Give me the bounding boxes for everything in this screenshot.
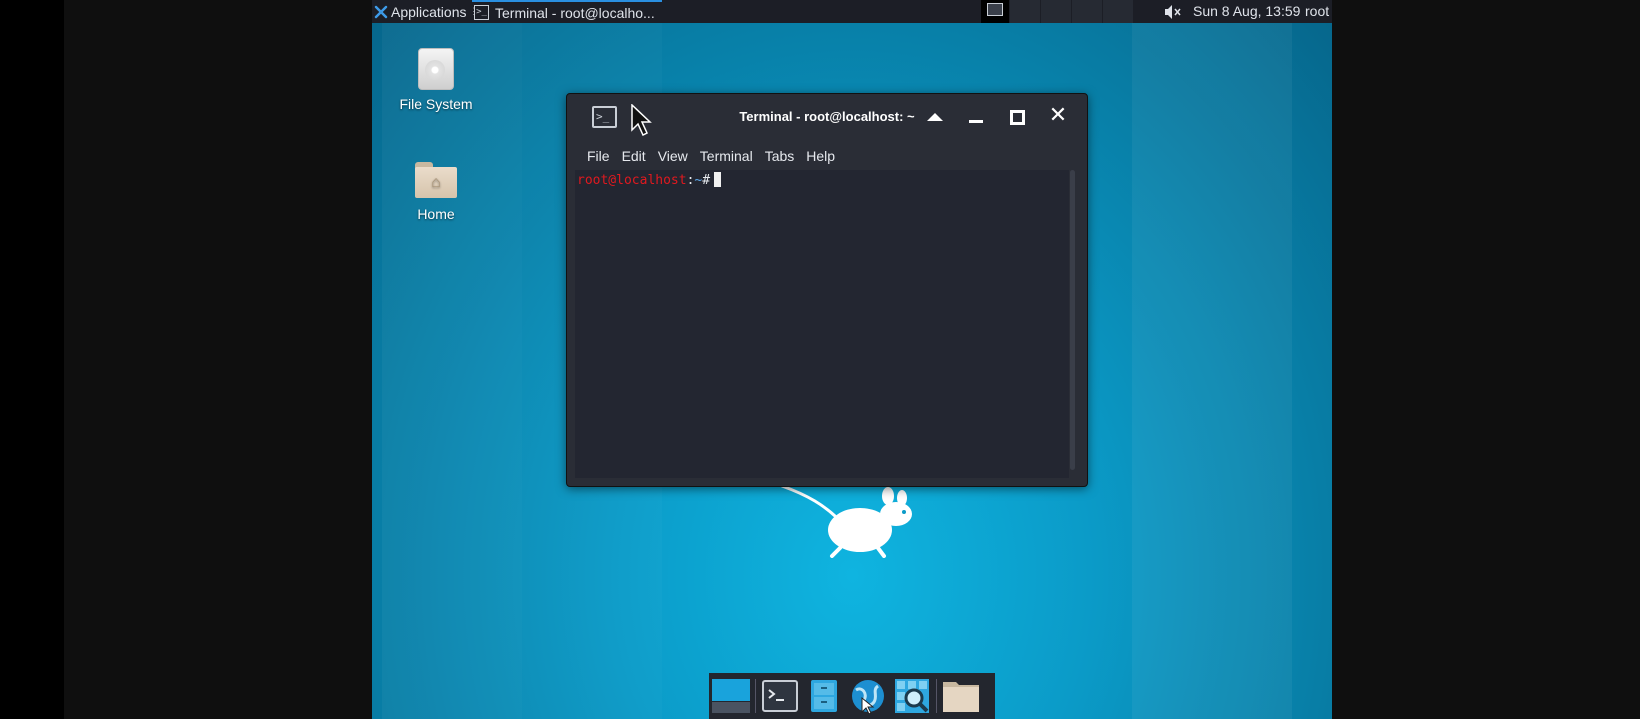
show-desktop-icon (712, 679, 750, 713)
web-browser-icon (852, 680, 884, 714)
desktop[interactable]: Applications ⋮ >_ Terminal - root@localh… (372, 0, 1332, 719)
outer-right-area (1332, 0, 1640, 719)
desktop-icon-home[interactable]: ⌂ Home (386, 156, 486, 222)
dock (709, 673, 995, 719)
menu-help[interactable]: Help (800, 148, 841, 168)
xfce-mouse-logo-icon (780, 484, 912, 558)
app-finder-icon (895, 679, 929, 713)
workspace-window-preview (987, 3, 1003, 16)
menu-terminal[interactable]: Terminal (694, 148, 759, 168)
terminal-small-icon: >_ (474, 5, 489, 20)
mouse-cursor-icon (631, 104, 652, 136)
terminal-window[interactable]: >_ Terminal - root@localhost: ~ ✕ File E… (566, 93, 1088, 487)
terminal-launcher[interactable] (758, 674, 802, 718)
terminal-titlebar[interactable]: >_ Terminal - root@localhost: ~ ✕ (567, 94, 1087, 140)
folder-icon (943, 682, 979, 712)
desktop-icon-label: File System (399, 96, 473, 112)
shade-button[interactable] (923, 105, 947, 129)
desktop-icon-file-system[interactable]: File System (386, 48, 486, 112)
terminal-output-area[interactable]: root@localhost:~# (575, 170, 1069, 478)
workspace-2[interactable] (1009, 0, 1040, 23)
minimize-button[interactable] (964, 105, 988, 129)
menu-file[interactable]: File (581, 148, 616, 168)
drive-icon (418, 48, 454, 90)
clock[interactable]: Sun 8 Aug, 13:59 (1193, 0, 1300, 23)
text-cursor (714, 172, 722, 187)
folder-launcher[interactable] (939, 674, 983, 718)
menu-tabs[interactable]: Tabs (759, 148, 801, 168)
taskbar-label: Terminal - root@localho... (495, 4, 655, 21)
app-finder-launcher[interactable] (890, 674, 934, 718)
scrollbar-thumb[interactable] (1070, 170, 1075, 470)
left-black-bar (0, 0, 64, 719)
workspace-1[interactable] (980, 0, 1009, 23)
outer-left-area (64, 0, 372, 719)
maximize-button[interactable] (1005, 105, 1029, 129)
terminal-icon (762, 680, 798, 712)
dock-separator (936, 679, 937, 713)
wallpaper-stripe (1132, 0, 1292, 719)
show-desktop-button[interactable] (709, 674, 753, 718)
menu-view[interactable]: View (652, 148, 694, 168)
close-button[interactable]: ✕ (1046, 105, 1070, 129)
file-manager-icon (811, 680, 837, 712)
dock-separator (755, 679, 756, 713)
xfce-logo-icon (374, 5, 388, 18)
workspace-3[interactable] (1040, 0, 1071, 23)
terminal-scrollbar[interactable] (1069, 170, 1077, 470)
prompt-char: # (702, 173, 711, 188)
desktop-icon-label: Home (417, 206, 455, 222)
workspace-4[interactable] (1071, 0, 1102, 23)
menu-edit[interactable]: Edit (616, 148, 652, 168)
applications-menu[interactable]: Applications ⋮ (374, 0, 479, 23)
shell-prompt: root@localhost:~# (577, 172, 722, 189)
home-folder-icon: ⌂ (415, 162, 457, 198)
workspace-5[interactable] (1102, 0, 1133, 23)
file-manager-launcher[interactable] (802, 674, 846, 718)
web-browser-launcher[interactable] (846, 674, 890, 718)
prompt-user: root@localhost (577, 173, 687, 188)
taskbar-button-terminal[interactable]: >_ Terminal - root@localho... (472, 0, 662, 23)
volume-muted-icon[interactable] (1164, 0, 1182, 23)
applications-label: Applications (391, 3, 467, 20)
terminal-menubar: File Edit View Terminal Tabs Help (581, 148, 841, 168)
user-menu[interactable]: root (1305, 0, 1329, 23)
top-panel: Applications ⋮ >_ Terminal - root@localh… (372, 0, 1332, 23)
